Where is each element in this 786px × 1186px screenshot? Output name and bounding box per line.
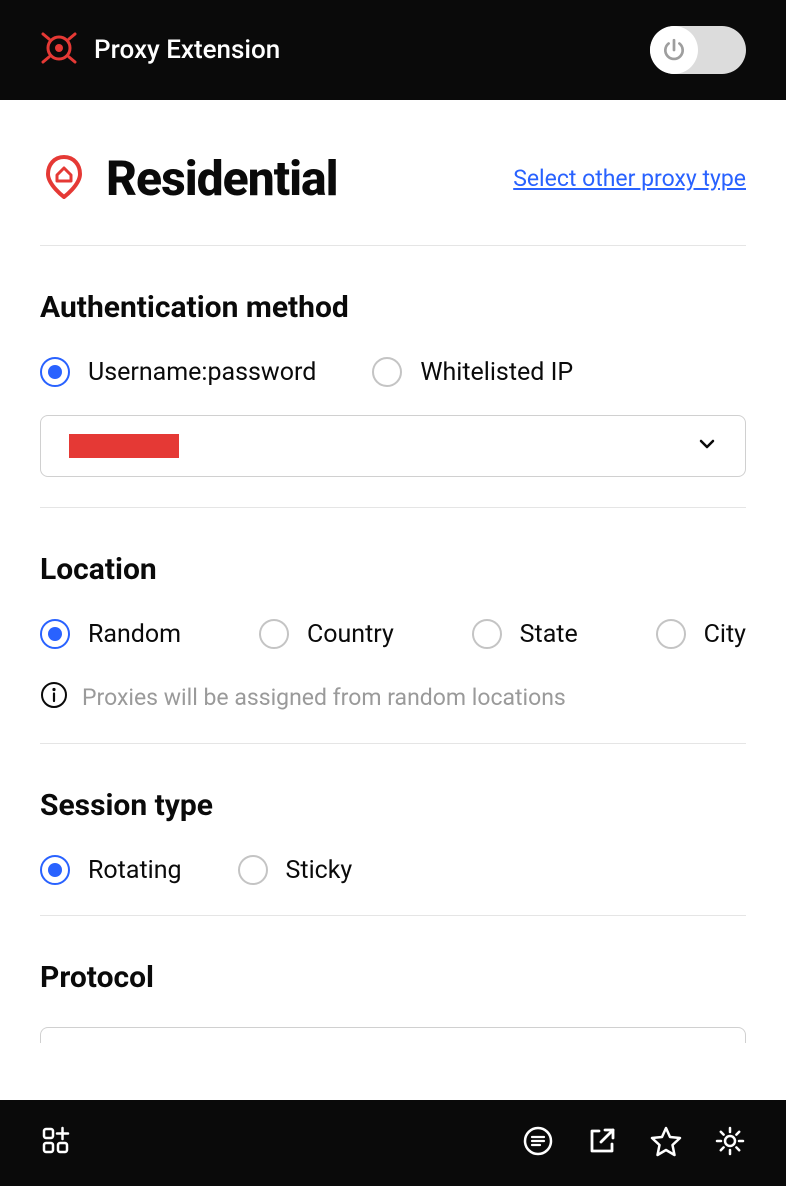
session-option-rotating[interactable]: Rotating [40, 855, 182, 885]
location-option-city[interactable]: City [656, 619, 746, 649]
radio-selected-icon [40, 855, 70, 885]
radio-label: Random [88, 620, 181, 649]
protocol-section-title: Protocol [40, 960, 746, 995]
location-info-row: Proxies will be assigned from random loc… [40, 681, 746, 713]
location-radio-group: Random Country State City [40, 619, 746, 649]
apps-icon[interactable] [40, 1125, 72, 1161]
residential-icon [40, 153, 88, 205]
radio-unselected-icon [472, 619, 502, 649]
protocol-section: Protocol [40, 916, 746, 1043]
protocol-select[interactable] [40, 1027, 746, 1043]
credential-select[interactable] [40, 415, 746, 477]
location-option-country[interactable]: Country [259, 619, 394, 649]
external-link-icon[interactable] [586, 1125, 618, 1161]
page-title: Residential [106, 150, 338, 207]
location-section-title: Location [40, 552, 746, 587]
radio-unselected-icon [656, 619, 686, 649]
toggle-knob [650, 26, 698, 74]
title-row: Residential Select other proxy type [40, 100, 746, 245]
title-left: Residential [40, 150, 338, 207]
location-option-state[interactable]: State [472, 619, 578, 649]
star-icon[interactable] [650, 1125, 682, 1161]
radio-label: Whitelisted IP [420, 358, 573, 387]
radio-unselected-icon [372, 357, 402, 387]
location-option-random[interactable]: Random [40, 619, 181, 649]
power-icon [661, 37, 687, 63]
location-info-text: Proxies will be assigned from random loc… [82, 684, 566, 711]
radio-selected-icon [40, 357, 70, 387]
auth-option-whitelisted-ip[interactable]: Whitelisted IP [372, 357, 573, 387]
footer-right [522, 1125, 746, 1161]
footer [0, 1100, 786, 1186]
credential-select-value [69, 434, 179, 458]
header-left: Proxy Extension [40, 29, 280, 71]
session-option-sticky[interactable]: Sticky [238, 855, 353, 885]
auth-option-username-password[interactable]: Username:password [40, 357, 316, 387]
list-icon[interactable] [522, 1125, 554, 1161]
radio-label: Rotating [88, 856, 182, 885]
radio-label: State [520, 620, 578, 649]
radio-label: City [704, 620, 746, 649]
radio-selected-icon [40, 619, 70, 649]
power-toggle[interactable] [650, 26, 746, 74]
header-title: Proxy Extension [94, 35, 280, 65]
auth-section: Authentication method Username:password … [40, 246, 746, 507]
radio-unselected-icon [238, 855, 268, 885]
main-content: Residential Select other proxy type Auth… [0, 100, 786, 1100]
header: Proxy Extension [0, 0, 786, 100]
radio-label: Country [307, 620, 394, 649]
session-radio-group: Rotating Sticky [40, 855, 746, 885]
chevron-down-icon [697, 434, 717, 458]
radio-label: Username:password [88, 358, 316, 387]
auth-section-title: Authentication method [40, 290, 746, 325]
location-section: Location Random Country State City [40, 508, 746, 743]
gear-icon[interactable] [714, 1125, 746, 1161]
auth-radio-group: Username:password Whitelisted IP [40, 357, 746, 387]
info-icon [40, 681, 68, 713]
select-other-proxy-link[interactable]: Select other proxy type [513, 165, 746, 192]
session-section-title: Session type [40, 788, 746, 823]
radio-label: Sticky [286, 856, 353, 885]
session-section: Session type Rotating Sticky [40, 744, 746, 915]
app-logo-icon [40, 29, 78, 71]
radio-unselected-icon [259, 619, 289, 649]
